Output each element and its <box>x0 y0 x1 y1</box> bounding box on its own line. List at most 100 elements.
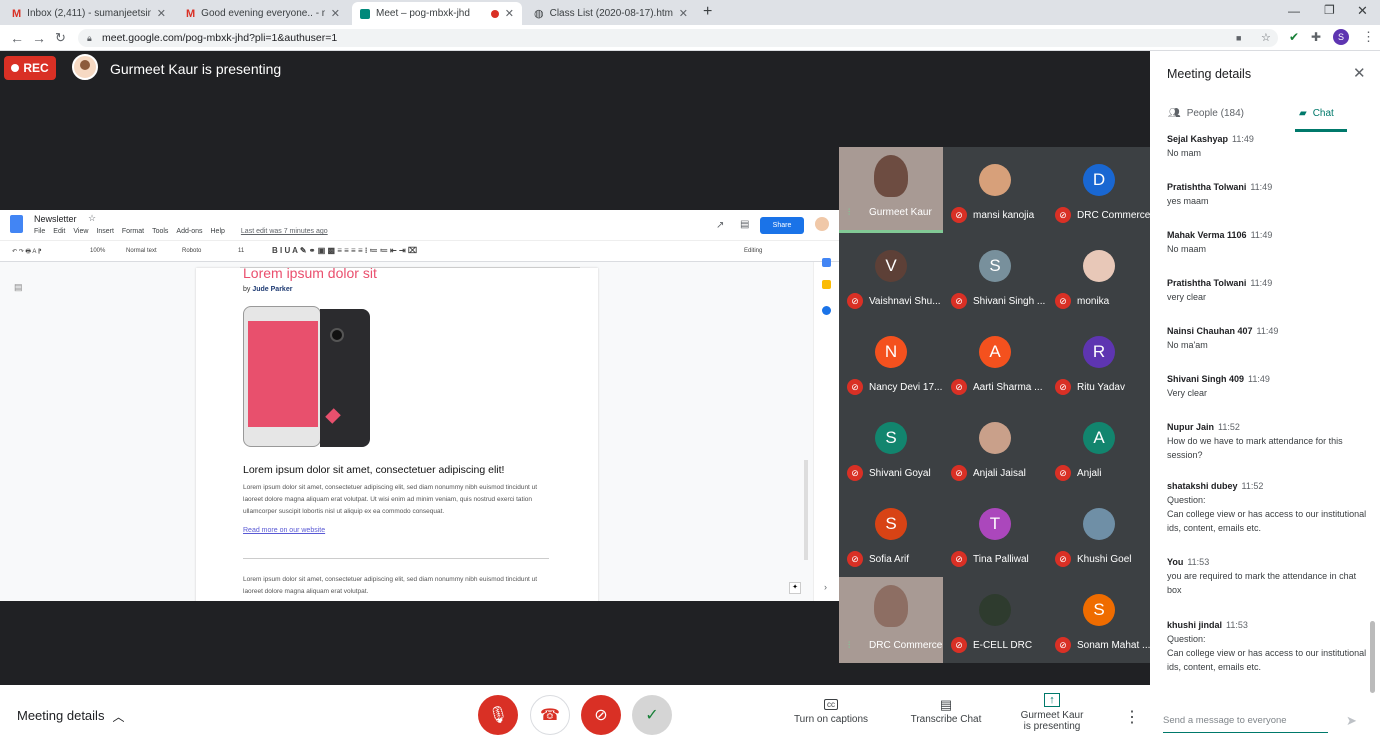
recording-dot-icon <box>490 9 499 18</box>
camera-icon[interactable]: ■ <box>1236 29 1241 47</box>
tasks-icon[interactable] <box>822 306 831 315</box>
chat-input[interactable]: Send a message to everyone <box>1163 715 1328 733</box>
participant-tile[interactable]: D ⊘ DRC Commerce <box>1047 147 1151 233</box>
leave-call-button[interactable]: ☎︎ <box>530 695 570 735</box>
participant-tile[interactable]: ⫶ Gurmeet Kaur <box>839 147 943 233</box>
presenting-button[interactable]: ↑ Gurmeet Kaur is presenting <box>1010 693 1094 732</box>
close-icon[interactable]: ✕ <box>679 7 688 20</box>
tab-gmail-inbox[interactable]: M Inbox (2,411) - sumanjeetsingh@ ✕ <box>4 2 174 25</box>
star-icon[interactable]: ☆ <box>88 213 96 224</box>
tab-meet[interactable]: Meet – pog-mbxk-jhd ✕ <box>352 2 522 25</box>
keep-icon[interactable] <box>822 280 831 289</box>
menu-help[interactable]: Help <box>211 228 225 235</box>
more-options-icon[interactable]: ⋮ <box>1124 707 1140 727</box>
close-icon[interactable]: ✕ <box>331 7 340 20</box>
menu-addons[interactable]: Add-ons <box>176 228 202 235</box>
participant-tile[interactable]: ⫶ DRC Commerce <box>839 577 943 663</box>
participant-tile[interactable]: T ⊘ Tina Palliwal <box>943 491 1047 577</box>
chevron-right-icon[interactable]: › <box>824 582 827 592</box>
extensions-puzzle-icon[interactable]: ✚ <box>1311 30 1321 44</box>
camera-off-button[interactable]: ⊘ <box>581 695 621 735</box>
message-time: 11:49 <box>1248 374 1270 384</box>
minimize-button[interactable]: — <box>1288 4 1300 18</box>
speaking-icon: ⫶ <box>848 207 851 217</box>
menu-file[interactable]: File <box>34 228 45 235</box>
zoom-select[interactable]: 100% <box>90 248 105 254</box>
font-size-select[interactable]: 11 <box>238 248 244 254</box>
participant-tile[interactable]: A ⊘ Aarti Sharma ... <box>943 319 1047 405</box>
tab-people[interactable]: 👥︎ People (184) <box>1168 108 1244 119</box>
tab-gmail-thread[interactable]: M Good evening everyone.. - minak ✕ <box>178 2 348 25</box>
people-icon: 👥︎ <box>1168 108 1181 119</box>
participant-tile[interactable]: S ⊘ Shivani Goyal <box>839 405 943 491</box>
menu-edit[interactable]: Edit <box>53 228 65 235</box>
menu-insert[interactable]: Insert <box>96 228 114 235</box>
participant-tile[interactable]: ⊘ monika <box>1047 233 1151 319</box>
doc-title[interactable]: Newsletter <box>34 214 77 224</box>
participant-tile[interactable]: A ⊘ Anjali <box>1047 405 1151 491</box>
user-avatar[interactable] <box>815 217 829 231</box>
participant-tile[interactable]: V ⊘ Vaishnavi Shu... <box>839 233 943 319</box>
participant-tile[interactable]: R ⊘ Ritu Yadav <box>1047 319 1151 405</box>
editing-mode-select[interactable]: Editing <box>744 248 762 254</box>
tab-chat[interactable]: ▰ Chat <box>1299 108 1334 119</box>
back-arrow-icon[interactable]: ← <box>10 30 24 46</box>
explore-icon[interactable]: ✦ <box>789 582 801 594</box>
presenting-label-line1: Gurmeet Kaur <box>1020 710 1084 721</box>
meeting-details-label: Meeting details <box>17 708 105 723</box>
message-sender: Sejal Kashyap <box>1167 134 1229 144</box>
participant-tile[interactable]: ⊘ E-CELL DRC <box>943 577 1047 663</box>
style-select[interactable]: Normal text <box>126 248 157 254</box>
menu-tools[interactable]: Tools <box>152 228 168 235</box>
comment-icon[interactable]: ▤ <box>740 219 749 230</box>
font-select[interactable]: Roboto <box>182 248 201 254</box>
menu-view[interactable]: View <box>73 228 88 235</box>
lock-icon: 🔒︎ <box>87 33 92 43</box>
doc-side-panel: › <box>813 258 839 601</box>
captions-button[interactable]: cc Turn on captions <box>790 697 872 725</box>
participant-tile[interactable]: N ⊘ Nancy Devi 17... <box>839 319 943 405</box>
close-icon[interactable]: ✕ <box>505 7 514 20</box>
activity-icon[interactable]: ↗ <box>716 220 724 231</box>
menu-format[interactable]: Format <box>122 228 144 235</box>
close-icon[interactable]: ✕ <box>157 7 166 20</box>
participant-tile[interactable]: ⊘ Khushi Goel <box>1047 491 1151 577</box>
profile-avatar[interactable]: S <box>1333 29 1349 45</box>
format-icons[interactable]: B I U A ✎ ⚭ ▣ ▩ ≡ ≡ ≡ ≡ ⁝ ≔ ≔ ⇤ ⇥ ⌧ <box>272 246 417 255</box>
tab-class-list[interactable]: ◍ Class List (2020-08-17).html ✕ <box>526 2 696 25</box>
chat-message: Shivani Singh 409 11:49 Very clear <box>1167 372 1367 400</box>
restore-button[interactable]: ❐ <box>1324 3 1335 17</box>
outline-icon[interactable]: ▤ <box>14 282 23 293</box>
participant-tile[interactable]: ⊘ Anjali Jaisal <box>943 405 1047 491</box>
check-extension-button[interactable]: ✓ <box>632 695 672 735</box>
undo-icon[interactable]: ↶ ↷ 🖶︎ A ⁋ <box>12 247 42 257</box>
forward-arrow-icon[interactable]: → <box>32 30 46 46</box>
reload-icon[interactable]: ↻ <box>55 30 66 46</box>
chat-scrollbar[interactable] <box>1370 621 1375 693</box>
participant-avatar: S <box>875 422 907 454</box>
check-extension-icon[interactable]: ✔ <box>1289 30 1299 44</box>
close-window-button[interactable]: ✕ <box>1357 3 1368 19</box>
transcribe-chat-button[interactable]: ▤ Transcribe Chat <box>905 697 987 725</box>
mic-off-button[interactable]: 🎙︎ <box>478 695 518 735</box>
participant-name: DRC Commerce <box>1077 210 1151 221</box>
last-edit-link[interactable]: Last edit was 7 minutes ago <box>241 228 328 235</box>
message-time: 11:49 <box>1232 134 1254 144</box>
participant-tile[interactable]: S ⊘ Sofia Arif <box>839 491 943 577</box>
calendar-icon[interactable] <box>822 258 831 267</box>
meeting-details-button[interactable]: Meeting details ︿ <box>17 708 124 725</box>
url-bar[interactable]: 🔒︎ meet.google.com/pog-mbxk-jhd?pli=1&au… <box>78 29 1278 47</box>
mic-muted-icon: ⊘ <box>1055 379 1071 395</box>
participant-tile[interactable]: S ⊘ Shivani Singh ... <box>943 233 1047 319</box>
mic-muted-icon: ⊘ <box>951 465 967 481</box>
participant-tile[interactable]: ⊘ mansi kanojia <box>943 147 1047 233</box>
send-icon[interactable]: ➤ <box>1346 713 1357 729</box>
read-more-link[interactable]: Read more on our website <box>243 527 325 534</box>
participant-tile[interactable]: S ⊘ Sonam Mahat ... <box>1047 577 1151 663</box>
doc-scrollbar[interactable] <box>804 460 808 560</box>
new-tab-button[interactable]: + <box>703 3 712 21</box>
more-vertical-icon[interactable]: ⋮ <box>1362 29 1375 45</box>
bookmark-star-icon[interactable]: ☆ <box>1261 29 1271 47</box>
share-button[interactable]: Share <box>760 217 804 234</box>
close-panel-icon[interactable]: ✕ <box>1353 64 1366 82</box>
